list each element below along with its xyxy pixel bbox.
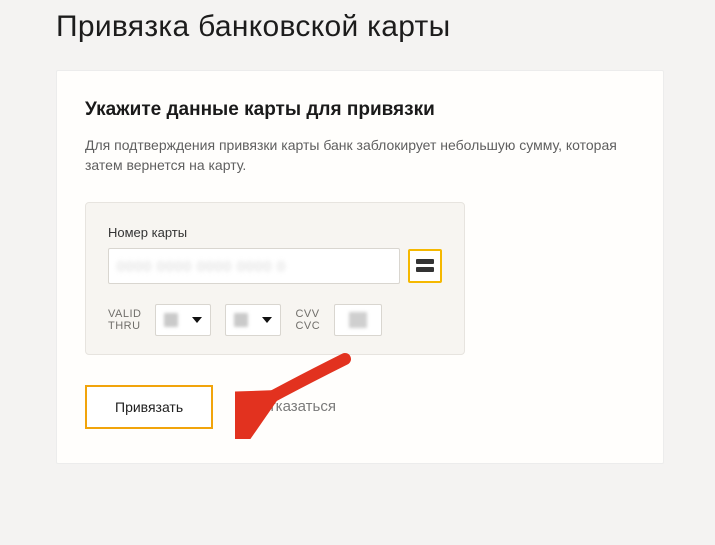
form-heading: Укажите данные карты для привязки xyxy=(85,99,635,121)
chevron-down-icon xyxy=(192,317,202,323)
card-number-input[interactable]: 0000 0000 0000 0000 0 xyxy=(108,248,400,284)
cvv-label: CVV CVC xyxy=(295,308,320,332)
form-card: Укажите данные карты для привязки Для по… xyxy=(56,70,664,464)
card-number-row: 0000 0000 0000 0000 0 xyxy=(108,248,442,284)
card-number-label: Номер карты xyxy=(108,225,442,240)
card-number-value: 0000 0000 0000 0000 0 xyxy=(117,258,286,274)
page-root: Привязка банковской карты Укажите данные… xyxy=(0,0,715,464)
cvv-value xyxy=(349,312,367,328)
card-entry-panel: Номер карты 0000 0000 0000 0000 0 VALID … xyxy=(85,202,465,355)
page-title: Привязка банковской карты xyxy=(56,10,685,44)
bind-button[interactable]: Привязать xyxy=(85,385,213,429)
card-brand-icon xyxy=(408,249,442,283)
valid-year-select[interactable] xyxy=(225,304,281,336)
valid-thru-label: VALID THRU xyxy=(108,308,141,332)
valid-cvv-row: VALID THRU CVV CVC xyxy=(108,304,442,336)
chevron-down-icon xyxy=(262,317,272,323)
cvv-input[interactable] xyxy=(334,304,382,336)
action-row: Привязать Отказаться xyxy=(85,385,635,429)
cancel-button[interactable]: Отказаться xyxy=(257,398,336,415)
valid-month-select[interactable] xyxy=(155,304,211,336)
valid-year-value xyxy=(234,313,248,327)
annotation-arrow-icon xyxy=(235,349,355,439)
form-description: Для подтверждения привязки карты банк за… xyxy=(85,135,635,176)
valid-month-value xyxy=(164,313,178,327)
